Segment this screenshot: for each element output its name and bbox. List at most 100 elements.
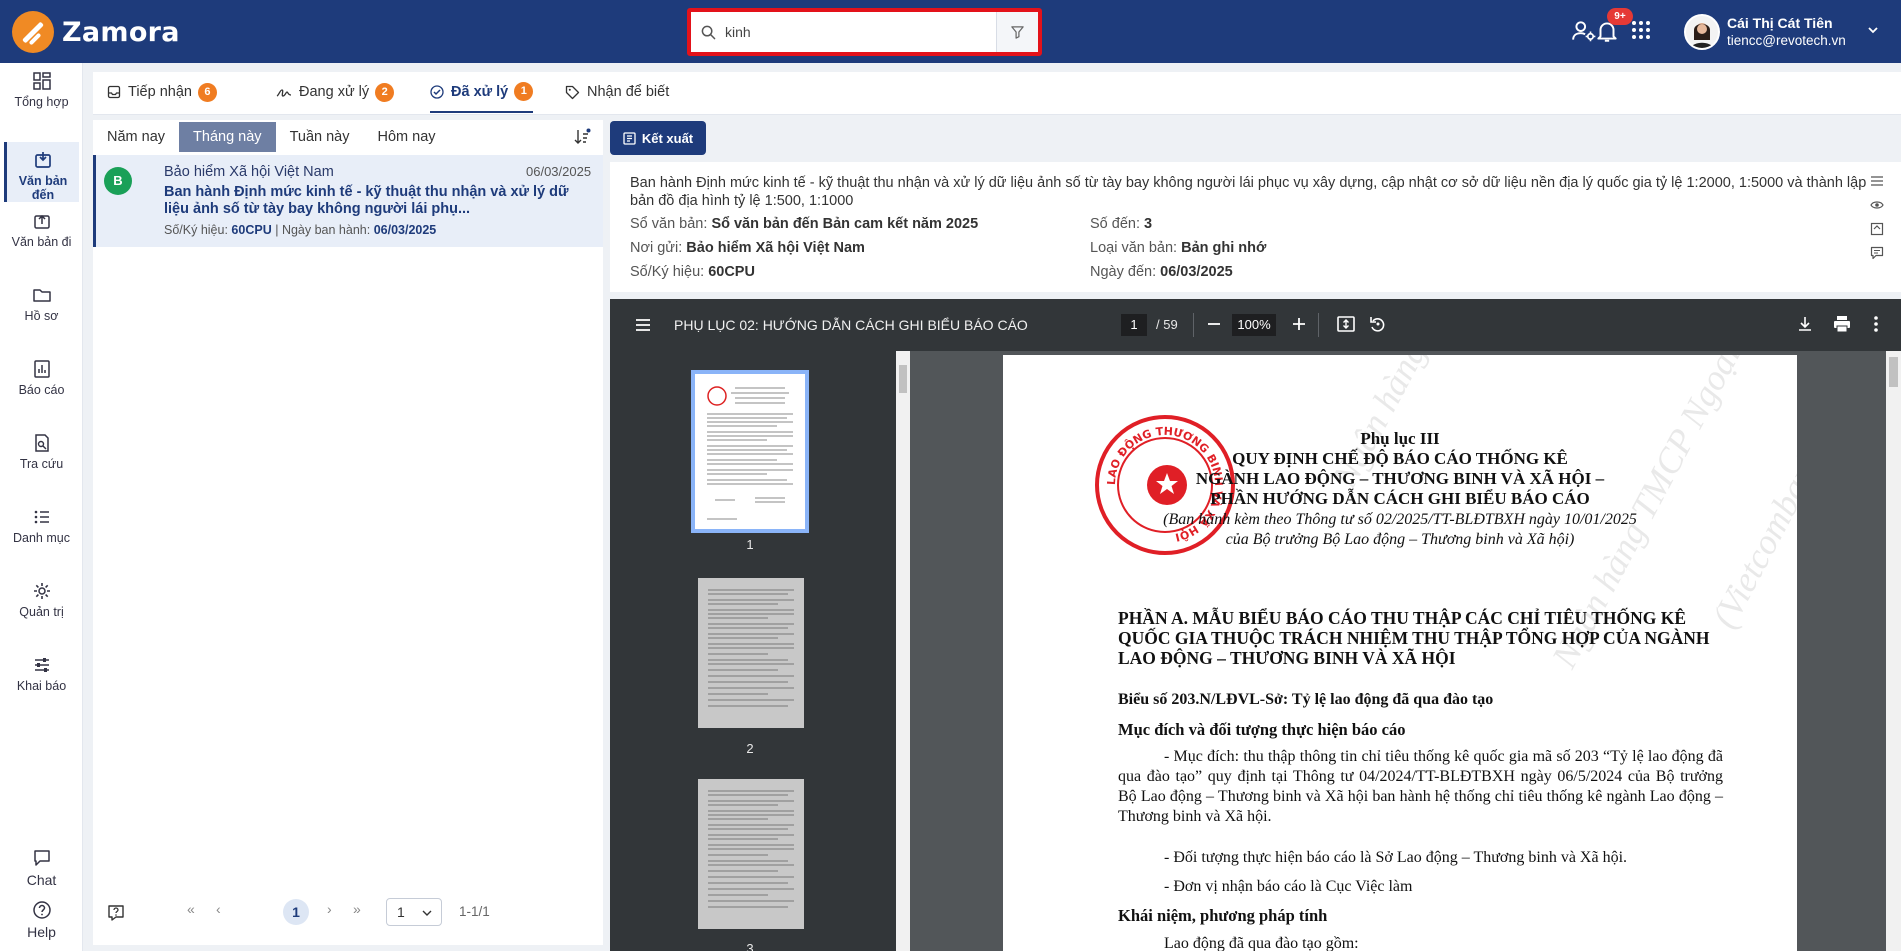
- count-badge: 6: [197, 82, 217, 102]
- sort-icon[interactable]: [573, 128, 591, 149]
- thumbnail-number: 2: [746, 741, 754, 756]
- nav-van-ban-di[interactable]: Văn bản đi: [4, 203, 79, 263]
- hamburger-menu-icon[interactable]: [634, 316, 652, 337]
- period-month[interactable]: Tháng này: [179, 122, 276, 152]
- print-icon[interactable]: [1832, 314, 1852, 337]
- viewer-scrollbar[interactable]: [1886, 351, 1901, 951]
- thumbnail-scrollbar[interactable]: [896, 351, 910, 951]
- export-button[interactable]: Kết xuất: [610, 121, 706, 155]
- prev-page-icon[interactable]: ‹: [216, 901, 221, 917]
- user-name[interactable]: Cái Thị Cát Tiên: [1727, 15, 1833, 31]
- tab-da-xu-ly[interactable]: Đã xử lý 1: [430, 72, 534, 113]
- nav-label: Hồ sơ: [24, 309, 59, 323]
- pdf-page: Ngân hàng TMCP Ngoại thương Việt Nam Ngâ…: [1003, 355, 1797, 951]
- period-year[interactable]: Năm nay: [93, 122, 179, 152]
- user-email[interactable]: tiencc@revotech.vn: [1727, 33, 1846, 48]
- period-today[interactable]: Hôm nay: [363, 122, 449, 152]
- nav-label: Tra cứu: [19, 457, 64, 471]
- nav-danh-muc[interactable]: Danh mục: [4, 499, 79, 559]
- field-value: Sổ văn bản đến Bản cam kết năm 2025: [711, 216, 979, 232]
- zoom-out-icon[interactable]: [1205, 315, 1223, 336]
- avatar[interactable]: [1684, 14, 1720, 50]
- code-value: 60CPU: [231, 223, 272, 237]
- menu-lines-icon[interactable]: [1870, 174, 1890, 191]
- nav-van-ban-den[interactable]: Văn bản đến: [4, 142, 79, 202]
- nav-label: Khai báo: [16, 679, 67, 693]
- app-logo[interactable]: Zamora: [12, 11, 180, 53]
- nav-tra-cuu[interactable]: Tra cứu: [4, 425, 79, 485]
- nav-tong-hop[interactable]: Tổng hợp: [4, 63, 79, 123]
- page-current[interactable]: 1: [283, 899, 309, 925]
- period-filter: Năm nay Tháng này Tuần này Hôm nay: [93, 122, 450, 152]
- page-size-select[interactable]: 1: [386, 898, 442, 926]
- tab-tiep-nhan[interactable]: Tiếp nhận 6: [107, 72, 217, 112]
- check-circle-icon: [430, 84, 444, 99]
- thumbnail-page[interactable]: [698, 779, 804, 929]
- doc-line: (Ban hành kèm theo Thông tư số 02/2025/T…: [1163, 511, 1637, 528]
- apps-grid-icon[interactable]: [1629, 18, 1653, 45]
- chevron-down-icon: [422, 910, 432, 916]
- help-square-icon[interactable]: [107, 904, 125, 925]
- pdf-zoom-input[interactable]: 100%: [1232, 314, 1276, 336]
- count-badge: 2: [375, 82, 395, 102]
- thumbnail-number: 1: [746, 537, 754, 552]
- nav-label: Văn bản đến: [18, 174, 68, 202]
- expand-icon[interactable]: [1870, 222, 1890, 239]
- scrollbar-thumb[interactable]: [899, 365, 907, 393]
- tab-nhan-de-biet[interactable]: Nhận để biết: [565, 72, 669, 112]
- pdf-page-input[interactable]: 1: [1121, 314, 1147, 336]
- doc-line: PHẦN HƯỚNG DẪN CÁCH GHI BIỂU BÁO CÁO: [1210, 489, 1590, 508]
- nav-bao-cao[interactable]: Báo cáo: [4, 351, 79, 411]
- pdf-page-total: / 59: [1156, 317, 1178, 332]
- help-button[interactable]: Help: [4, 894, 79, 951]
- thumbnail-page[interactable]: [698, 578, 804, 728]
- inbox-tray-icon: [107, 85, 121, 99]
- more-vert-icon[interactable]: [1872, 314, 1880, 337]
- chevron-down-icon[interactable]: [1866, 23, 1880, 40]
- zamora-logo-icon: [12, 11, 54, 53]
- search-input[interactable]: [725, 12, 996, 52]
- form-heading: Biểu số 203.N/LĐVL-Sở: Tỷ lệ lao động đã…: [1118, 691, 1494, 708]
- field-value: 06/03/2025: [1160, 264, 1233, 280]
- sliders-icon: [32, 655, 52, 675]
- comment-icon[interactable]: [1870, 246, 1890, 263]
- nav-ho-so[interactable]: Hồ sơ: [4, 277, 79, 337]
- subheading: Khái niệm, phương pháp tính: [1118, 906, 1328, 925]
- period-week[interactable]: Tuần này: [276, 122, 364, 152]
- paragraph: - Đối tượng thực hiện báo cáo là Sở Lao …: [1164, 849, 1628, 866]
- help-label: Help: [27, 924, 56, 940]
- report-icon: [32, 359, 52, 379]
- list-item-sender: Bảo hiểm Xã hội Việt Nam: [164, 164, 334, 180]
- nav-quan-tri[interactable]: Quản trị: [4, 573, 79, 633]
- zoom-in-icon[interactable]: [1290, 315, 1308, 336]
- last-page-icon[interactable]: »: [353, 901, 361, 917]
- field-loai-van-ban: Loại văn bản: Bản ghi nhớ: [1090, 240, 1266, 256]
- doc-line: của Bộ trưởng Bộ Lao động – Thương binh …: [1225, 531, 1575, 548]
- eye-icon[interactable]: [1870, 198, 1890, 215]
- search-icon: [691, 25, 725, 40]
- thumbnail-page[interactable]: [691, 370, 809, 533]
- list-icon: [32, 507, 52, 527]
- next-page-icon[interactable]: ›: [327, 901, 332, 917]
- rotate-icon[interactable]: [1368, 314, 1388, 337]
- detail-toolbar: [1870, 174, 1890, 270]
- list-item-title: Ban hành Định mức kinh tế - kỹ thuật thu…: [164, 184, 569, 217]
- filter-button[interactable]: [996, 12, 1038, 52]
- field-label: Số/Ký hiệu:: [630, 264, 705, 280]
- subheading: Mục đích và đối tượng thực hiện báo cáo: [1118, 720, 1406, 739]
- fit-page-icon[interactable]: [1336, 314, 1356, 337]
- nav-khai-bao[interactable]: Khai báo: [4, 647, 79, 707]
- chat-button[interactable]: Chat: [4, 840, 79, 900]
- scrollbar-thumb[interactable]: [1889, 357, 1898, 387]
- toolbar-divider: [1193, 313, 1194, 337]
- nav-label: Quản trị: [19, 605, 64, 619]
- list-item[interactable]: B Bảo hiểm Xã hội Việt Nam 06/03/2025 Ba…: [93, 155, 603, 247]
- chat-icon: [32, 848, 52, 868]
- download-icon[interactable]: [1796, 314, 1814, 337]
- first-page-icon[interactable]: «: [187, 901, 195, 917]
- tab-dang-xu-ly[interactable]: Đang xử lý 2: [276, 72, 395, 112]
- pdf-toolbar: PHỤ LỤC 02: HƯỚNG DẪN CÁCH GHI BIỂU BÁO …: [610, 299, 1901, 351]
- doc-line: QUY ĐỊNH CHẾ ĐỘ BÁO CÁO THỐNG KÊ: [1232, 449, 1568, 468]
- pdf-thumbnail-sidebar: 1 2 3: [610, 351, 910, 951]
- app-name: Zamora: [62, 16, 180, 48]
